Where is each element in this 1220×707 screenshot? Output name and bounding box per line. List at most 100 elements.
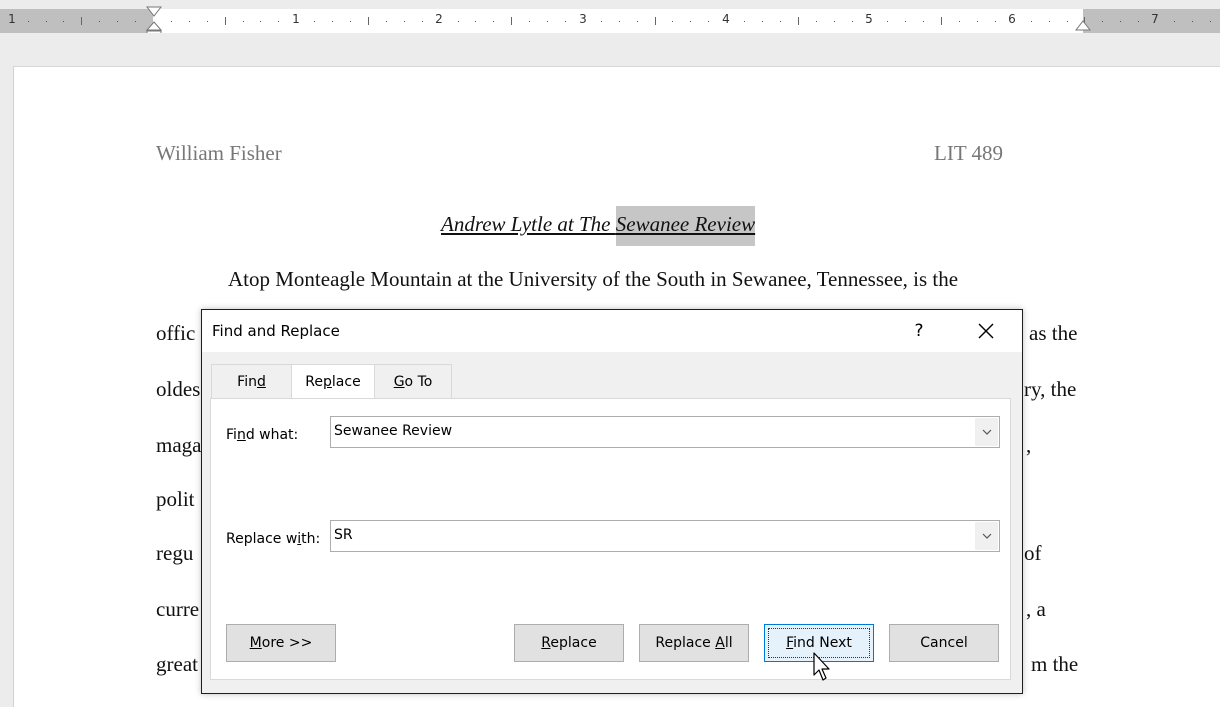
- cancel-button[interactable]: Cancel: [889, 624, 999, 662]
- ruler-minor-tick: [959, 21, 960, 22]
- ruler-half-tick: [81, 17, 82, 25]
- replace-with-combobox[interactable]: SR: [330, 520, 1000, 552]
- horizontal-ruler[interactable]: 1 1 2 3 4 5 6 7: [0, 0, 1220, 39]
- replace-button[interactable]: Replace: [514, 624, 624, 662]
- ruler-minor-tick: [905, 21, 906, 22]
- ruler-number: 1: [292, 12, 300, 26]
- body-line: great: [156, 652, 198, 676]
- ruler-minor-tick: [260, 21, 261, 22]
- title-text: Andrew Lytle at The: [441, 212, 616, 236]
- replace-with-label: Replace with:: [226, 531, 321, 547]
- find-replace-dialog: Find and Replace ? Find Replace Go To Fi…: [201, 309, 1023, 694]
- ruler-minor-tick: [243, 21, 244, 22]
- ruler-minor-tick: [117, 21, 118, 22]
- find-what-input[interactable]: Sewanee Review: [334, 423, 452, 439]
- ruler-minor-tick: [207, 21, 208, 22]
- help-button[interactable]: ?: [902, 316, 936, 346]
- ruler-minor-tick: [672, 21, 673, 22]
- close-button[interactable]: [968, 316, 1004, 346]
- ruler-minor-tick: [99, 21, 100, 22]
- ruler-minor-tick: [46, 21, 47, 22]
- replace-tab-panel: Find what: Sewanee Review Replace with: …: [210, 398, 1011, 680]
- body-line: Atop Monteagle Mountain at the Universit…: [228, 267, 959, 291]
- body-line: of: [1024, 541, 1042, 565]
- tab-replace[interactable]: Replace: [291, 364, 375, 400]
- ruler-minor-tick: [1210, 21, 1211, 22]
- tab-find[interactable]: Find: [211, 364, 292, 398]
- ruler-minor-tick: [278, 21, 279, 22]
- more-button[interactable]: More >>: [226, 624, 336, 662]
- close-icon: [978, 323, 994, 339]
- ruler-minor-tick: [1067, 21, 1068, 22]
- ruler-minor-tick: [744, 21, 745, 22]
- ruler-minor-tick: [816, 21, 817, 22]
- find-history-dropdown[interactable]: [974, 418, 998, 446]
- help-icon: ?: [914, 321, 924, 341]
- ruler-minor-tick: [601, 21, 602, 22]
- find-next-button[interactable]: Find Next: [764, 624, 874, 662]
- ruler-track: [0, 9, 1220, 33]
- ruler-half-tick: [511, 17, 512, 25]
- body-line: m the: [1031, 652, 1079, 676]
- replace-with-input[interactable]: SR: [334, 527, 353, 543]
- tab-go-to[interactable]: Go To: [374, 364, 452, 398]
- replace-all-button[interactable]: Replace All: [639, 624, 749, 662]
- ruler-minor-tick: [762, 21, 763, 22]
- ruler-minor-tick: [1102, 21, 1103, 22]
- ruler-minor-tick: [923, 21, 924, 22]
- ruler-minor-tick: [977, 21, 978, 22]
- body-line: oldes: [156, 377, 201, 401]
- ruler-minor-tick: [171, 21, 172, 22]
- right-indent-marker-icon[interactable]: [1075, 20, 1091, 34]
- find-what-label: Find what:: [226, 427, 299, 443]
- replace-history-dropdown[interactable]: [974, 522, 998, 550]
- body-line: curre: [156, 597, 200, 621]
- ruler-minor-tick: [350, 21, 351, 22]
- ruler-minor-tick: [135, 21, 136, 22]
- ruler-minor-tick: [637, 21, 638, 22]
- document-title: Andrew Lytle at The Sewanee Review: [441, 206, 756, 246]
- ruler-minor-tick: [63, 21, 64, 22]
- ruler-minor-tick: [1049, 21, 1050, 22]
- ruler-half-tick: [368, 17, 369, 25]
- ruler-minor-tick: [834, 21, 835, 22]
- ruler-half-tick: [225, 17, 226, 25]
- header-author: William Fisher: [156, 141, 282, 165]
- dialog-titlebar[interactable]: Find and Replace ?: [202, 310, 1022, 352]
- ruler-minor-tick: [1120, 21, 1121, 22]
- body-line: , a: [1026, 597, 1046, 621]
- ruler-minor-tick: [529, 21, 530, 22]
- ruler-number: 3: [579, 12, 587, 26]
- ruler-minor-tick: [1192, 21, 1193, 22]
- chevron-down-icon: [982, 533, 992, 539]
- ruler-number: 4: [722, 12, 730, 26]
- body-line: maga: [156, 433, 202, 457]
- ruler-minor-tick: [887, 21, 888, 22]
- ruler-minor-tick: [493, 21, 494, 22]
- body-line: offic: [156, 321, 196, 345]
- find-what-combobox[interactable]: Sewanee Review: [330, 416, 1000, 448]
- ruler-minor-tick: [386, 21, 387, 22]
- body-line: ry, the: [1024, 377, 1077, 401]
- ruler-left-margin: [0, 9, 153, 33]
- ruler-minor-tick: [690, 21, 691, 22]
- ruler-minor-tick: [708, 21, 709, 22]
- body-line: as the: [1029, 321, 1078, 345]
- ruler-minor-tick: [458, 21, 459, 22]
- ruler-minor-tick: [28, 21, 29, 22]
- ruler-minor-tick: [1174, 21, 1175, 22]
- dialog-title: Find and Replace: [212, 322, 340, 340]
- ruler-half-tick: [941, 17, 942, 25]
- header-course: LIT 489: [934, 141, 1004, 165]
- ruler-minor-tick: [619, 21, 620, 22]
- search-highlight: Sewanee Review: [615, 206, 756, 246]
- ruler-number: 7: [1151, 12, 1159, 26]
- ruler-minor-tick: [547, 21, 548, 22]
- ruler-minor-tick: [475, 21, 476, 22]
- ruler-half-tick: [798, 17, 799, 25]
- ruler-minor-tick: [404, 21, 405, 22]
- body-line: polit: [156, 487, 195, 511]
- ruler-minor-tick: [1138, 21, 1139, 22]
- ruler-minor-tick: [189, 21, 190, 22]
- ruler-minor-tick: [422, 21, 423, 22]
